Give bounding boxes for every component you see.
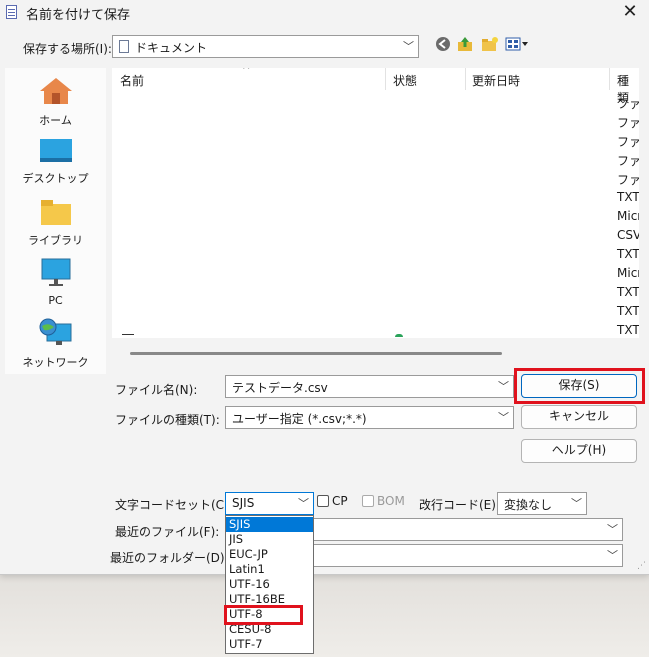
new-folder-icon[interactable]	[481, 36, 499, 56]
save-highlight-box	[514, 368, 645, 404]
charset-label: 文字コードセット(C):	[115, 498, 233, 512]
place-network[interactable]: ネットワーク	[5, 318, 106, 370]
save-location-label: 保存する場所(I):	[23, 42, 112, 56]
newline-value: 変換なし	[504, 498, 553, 512]
charset-option[interactable]: JIS	[226, 532, 313, 547]
close-button[interactable]: ✕	[619, 2, 641, 24]
cp-checkbox[interactable]	[317, 495, 329, 507]
save-as-dialog: 名前を付けて保存 ✕ 保存する場所(I): ドキュメント ﹀ ホーム デスクトッ…	[0, 0, 649, 575]
file-type-cell: Micr	[617, 266, 639, 280]
charset-option[interactable]: UTF-16	[226, 577, 313, 592]
chevron-down-icon: ﹀	[607, 549, 618, 562]
filename-value: テストデータ.csv	[232, 381, 328, 395]
home-icon	[5, 76, 106, 109]
filename-input[interactable]: テストデータ.csv ﹀	[225, 375, 514, 398]
column-header-modified[interactable]: 更新日時	[472, 72, 520, 89]
place-label: ライブラリ	[28, 234, 83, 247]
charset-option[interactable]: Latin1	[226, 562, 313, 577]
sort-ascending-icon: ^	[242, 68, 251, 76]
newline-select[interactable]: 変換なし ﹀	[497, 492, 587, 515]
place-desktop[interactable]: デスクトップ	[5, 138, 106, 186]
horizontal-scrollbar[interactable]	[130, 352, 502, 355]
file-type-cell: ファイ	[617, 135, 639, 149]
utf8-highlight-box	[224, 605, 303, 625]
charset-option[interactable]: SJIS	[226, 517, 313, 532]
desktop-icon	[5, 138, 106, 167]
cancel-button[interactable]: キャンセル	[521, 405, 637, 429]
file-type-cell: Micr	[617, 209, 639, 223]
background-strip	[0, 575, 649, 657]
chevron-down-icon: ﹀	[298, 497, 309, 510]
place-label: デスクトップ	[22, 172, 89, 185]
chevron-down-icon: ﹀	[498, 411, 509, 424]
file-type-cell: TXT	[617, 247, 639, 261]
charset-select[interactable]: SJIS ﹀	[225, 492, 314, 515]
file-type-cell: TXT	[617, 323, 639, 337]
save-location-value: ドキュメント	[135, 41, 208, 55]
place-label: ネットワーク	[22, 356, 89, 369]
sync-status-icon	[395, 334, 403, 337]
recent-files-label: 最近のファイル(F):	[115, 525, 220, 539]
cp-label: CP	[332, 494, 348, 508]
network-icon	[5, 318, 106, 351]
column-divider	[465, 68, 466, 90]
file-type-cell: TXT	[617, 285, 639, 299]
column-divider	[385, 68, 386, 90]
charset-value: SJIS	[232, 496, 255, 510]
file-type-cell: TXT	[617, 304, 639, 318]
pc-monitor-icon	[5, 258, 106, 291]
place-home[interactable]: ホーム	[5, 76, 106, 128]
places-bar: ホーム デスクトップ ライブラリ PC ネットワーク	[5, 68, 106, 374]
back-icon[interactable]	[435, 36, 451, 56]
file-row-fragment	[122, 334, 134, 335]
chevron-down-icon: ﹀	[571, 497, 582, 510]
file-list[interactable]: ^ 名前 状態 更新日時 種類 ファイ ファイ ファイ ファイ ファイ TXT …	[112, 68, 639, 338]
filetype-label: ファイルの種類(T):	[115, 413, 220, 427]
place-library[interactable]: ライブラリ	[5, 198, 106, 248]
recent-folders-label: 最近のフォルダー(D):	[110, 551, 229, 565]
filename-label: ファイル名(N):	[115, 383, 198, 397]
resize-grip-icon[interactable]: ⋰	[637, 561, 646, 571]
column-header-status[interactable]: 状態	[393, 72, 417, 89]
bom-label: BOM	[377, 494, 405, 508]
file-type-cell: ファイ	[617, 97, 639, 111]
documents-folder-icon	[119, 40, 129, 53]
charset-dropdown-list[interactable]: SJIS JIS EUC-JP Latin1 UTF-16 UTF-16BE U…	[225, 515, 314, 654]
place-label: ホーム	[39, 114, 72, 127]
file-type-cell: CSV	[617, 228, 639, 242]
chevron-down-icon: ﹀	[498, 380, 509, 393]
library-folder-icon	[5, 198, 106, 229]
file-type-cell: ファイ	[617, 154, 639, 168]
file-type-cell: ファイ	[617, 116, 639, 130]
title-bar: 名前を付けて保存 ✕	[0, 0, 649, 26]
column-divider	[609, 68, 610, 90]
view-menu-icon[interactable]	[505, 36, 529, 56]
bom-checkbox[interactable]	[362, 495, 374, 507]
file-type-cell: TXT	[617, 190, 639, 204]
chevron-down-icon: ﹀	[403, 40, 414, 53]
up-folder-icon[interactable]	[457, 36, 473, 56]
charset-option[interactable]: EUC-JP	[226, 547, 313, 562]
filetype-value: ユーザー指定 (*.csv;*.*)	[232, 412, 367, 426]
newline-label: 改行コード(E):	[419, 498, 500, 512]
column-header-name[interactable]: 名前	[120, 72, 144, 89]
save-location-combo[interactable]: ドキュメント ﹀	[112, 35, 419, 58]
chevron-down-icon: ﹀	[607, 523, 618, 536]
place-label: PC	[48, 294, 63, 307]
document-icon	[6, 5, 17, 19]
place-pc[interactable]: PC	[5, 258, 106, 307]
help-button[interactable]: ヘルプ(H)	[521, 439, 637, 463]
filetype-select[interactable]: ユーザー指定 (*.csv;*.*) ﹀	[225, 406, 514, 429]
charset-option[interactable]: UTF-7	[226, 637, 313, 652]
file-type-cell: ファイ	[617, 173, 639, 187]
window-title: 名前を付けて保存	[26, 8, 131, 23]
